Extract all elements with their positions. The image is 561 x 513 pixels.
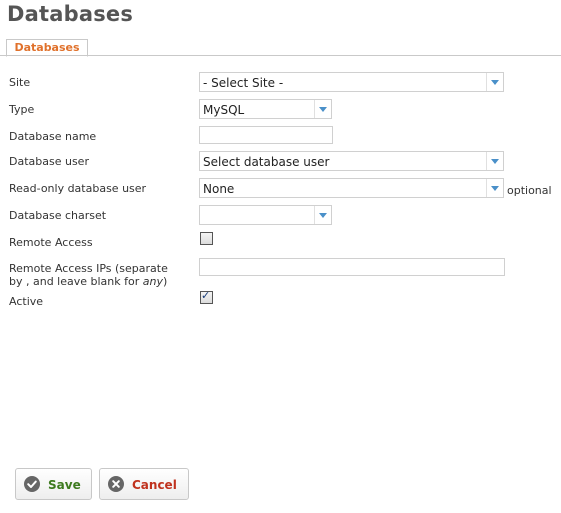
chevron-down-icon[interactable] xyxy=(486,152,503,170)
cancel-button-label: Cancel xyxy=(132,478,177,492)
x-circle-icon xyxy=(108,476,124,492)
remote-ips-label-line1: Remote Access IPs (separate xyxy=(9,262,168,275)
save-button[interactable]: Save xyxy=(15,468,92,500)
checkmark-icon: ✓ xyxy=(201,289,211,302)
active-checkbox[interactable]: ✓ xyxy=(200,289,213,304)
readonly-user-select[interactable]: None xyxy=(199,178,504,198)
remote-ips-label: Remote Access IPs (separate by , and lea… xyxy=(9,262,168,288)
charset-label: Database charset xyxy=(9,209,107,222)
database-name-label: Database name xyxy=(9,130,97,143)
cancel-button[interactable]: Cancel xyxy=(99,468,189,500)
remote-access-label: Remote Access xyxy=(9,236,93,249)
type-select[interactable]: MySQL xyxy=(199,99,332,119)
save-button-label: Save xyxy=(48,478,81,492)
optional-hint: optional xyxy=(507,184,552,197)
check-circle-icon xyxy=(24,476,40,492)
remote-access-checkbox[interactable] xyxy=(200,232,213,245)
chevron-down-icon[interactable] xyxy=(314,206,331,224)
active-label: Active xyxy=(9,295,44,308)
database-user-select-value: Select database user xyxy=(203,155,330,169)
remote-ips-label-em: any xyxy=(142,275,163,288)
charset-select[interactable] xyxy=(199,205,332,225)
chevron-down-icon[interactable] xyxy=(486,73,503,91)
database-user-label: Database user xyxy=(9,155,89,168)
site-select-value: - Select Site - xyxy=(203,76,284,90)
site-label: Site xyxy=(9,76,31,89)
database-user-select[interactable]: Select database user xyxy=(199,151,504,171)
tab-bar-divider xyxy=(0,55,561,56)
remote-ips-input[interactable] xyxy=(199,258,505,276)
readonly-user-label: Read-only database user xyxy=(9,182,147,195)
site-select[interactable]: - Select Site - xyxy=(199,72,504,92)
type-label: Type xyxy=(9,103,35,116)
database-name-input[interactable] xyxy=(199,126,333,144)
chevron-down-icon[interactable] xyxy=(486,179,503,197)
remote-ips-label-line2-prefix: by , and leave blank for xyxy=(9,275,143,288)
page-title: Databases xyxy=(7,2,134,26)
chevron-down-icon[interactable] xyxy=(314,100,331,118)
type-select-value: MySQL xyxy=(203,103,245,117)
readonly-user-select-value: None xyxy=(203,182,235,196)
remote-ips-label-line2-suffix: ) xyxy=(163,275,168,288)
